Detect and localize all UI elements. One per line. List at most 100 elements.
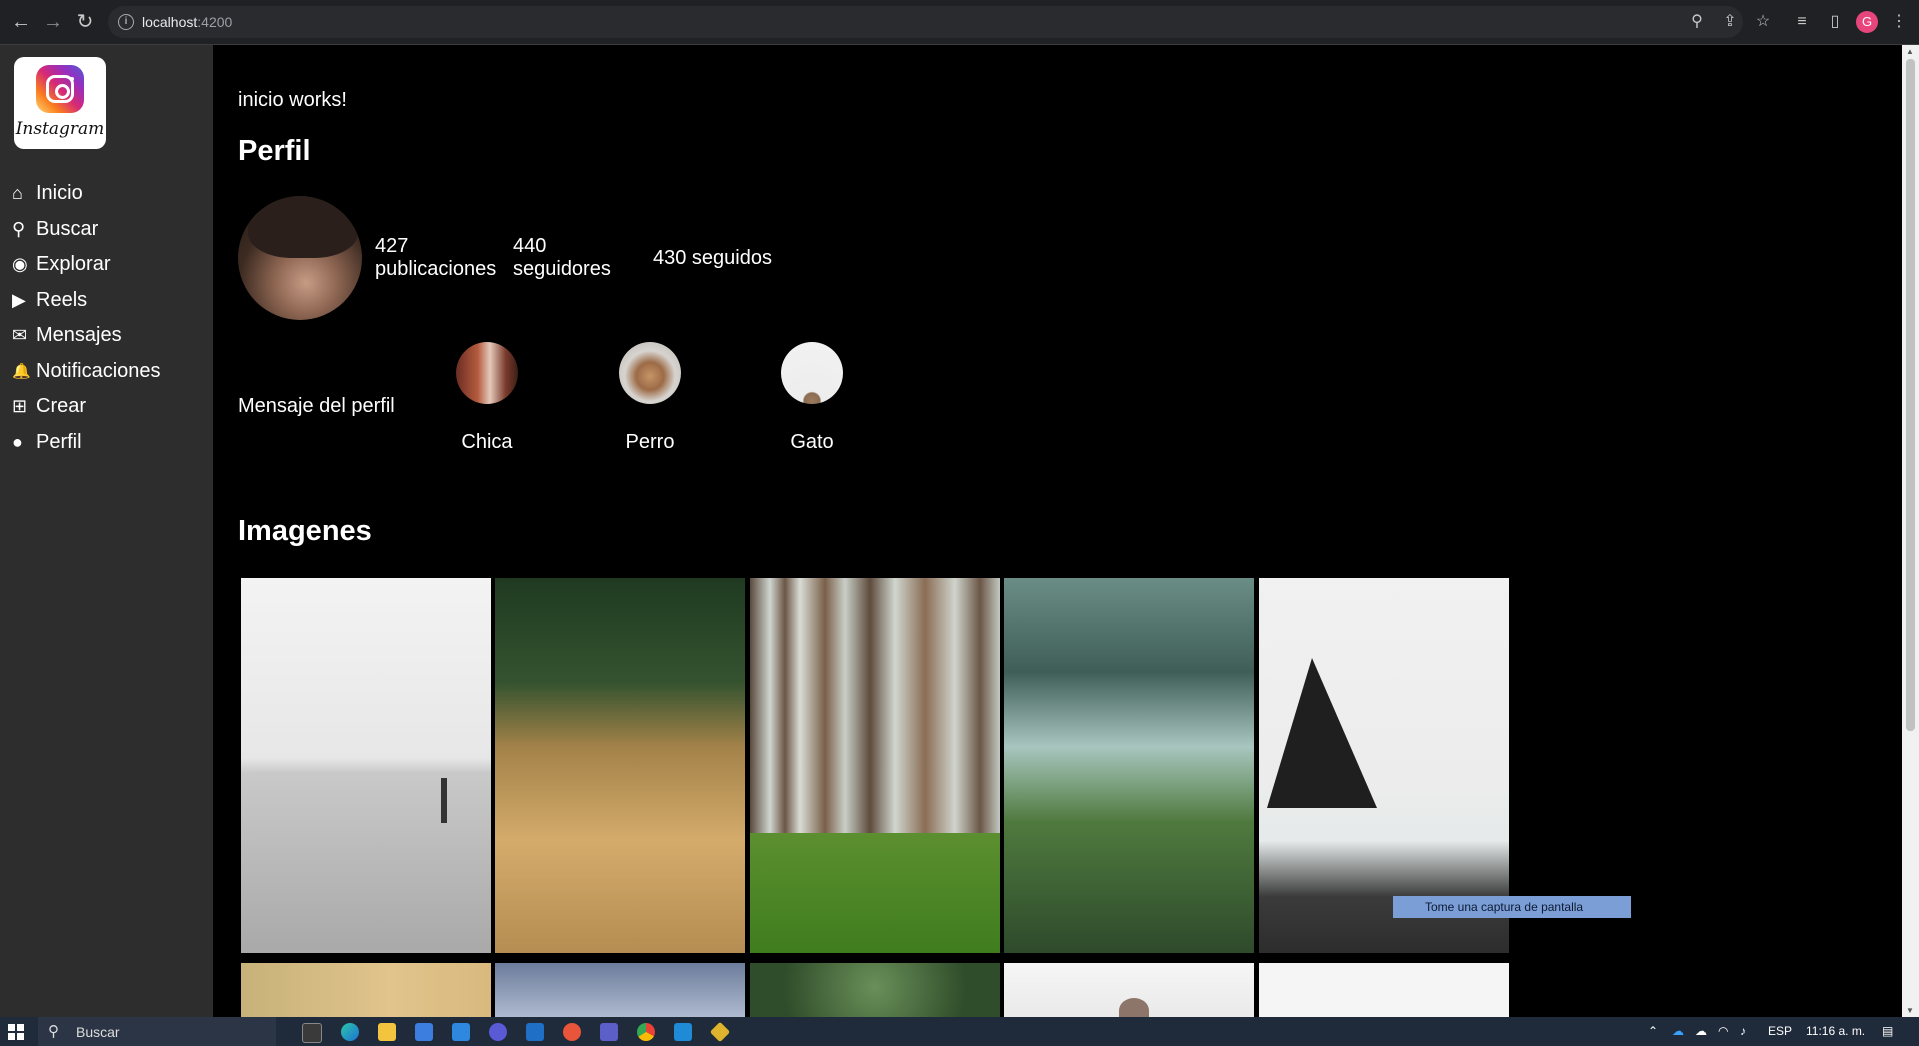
site-info-icon[interactable]: i	[118, 14, 134, 30]
forward-arrow-icon[interactable]: →	[40, 9, 66, 35]
app-icon[interactable]	[709, 1021, 731, 1043]
envelope-icon: ✉	[12, 325, 28, 346]
reading-list-icon[interactable]: ≡	[1790, 10, 1814, 34]
chevron-up-icon[interactable]: ⌃	[1648, 1024, 1658, 1038]
zoom-icon[interactable]: ⚲	[1685, 10, 1709, 34]
store-icon[interactable]	[415, 1023, 433, 1041]
grid-image[interactable]	[241, 963, 491, 1017]
story-perro-image	[619, 342, 681, 404]
misty-green-image[interactable]	[1004, 578, 1254, 953]
app-icon[interactable]	[489, 1023, 507, 1041]
taskbar-search-text: Buscar	[76, 1024, 120, 1040]
grid-image[interactable]	[1259, 963, 1509, 1017]
sidebar-item-notificaciones[interactable]: 🔔 Notificaciones	[12, 354, 161, 390]
grid-image[interactable]	[750, 963, 1000, 1017]
logo-wordmark: Instagram	[15, 119, 105, 139]
sidebar-item-reels[interactable]: ▶ Reels	[12, 283, 161, 319]
sidebar-item-mensajes[interactable]: ✉ Mensajes	[12, 318, 161, 354]
sidebar-item-explorar[interactable]: ◉ Explorar	[12, 247, 161, 283]
story-chica-image	[456, 342, 518, 404]
chrome-icon[interactable]	[637, 1023, 655, 1041]
search-icon: ⚲	[48, 1023, 59, 1040]
sidebar-item-label: Mensajes	[36, 324, 122, 347]
reload-icon[interactable]: ↻	[72, 9, 98, 35]
profile-avatar-image[interactable]	[238, 196, 362, 320]
wheat-image[interactable]	[495, 578, 745, 953]
sidebar-menu: ⌂ Inicio ⚲ Buscar ◉ Explorar ▶ Reels ✉ M…	[12, 176, 161, 460]
pine-forest-image[interactable]	[750, 578, 1000, 953]
posts-label: publicaciones	[375, 258, 497, 280]
more-menu-icon[interactable]: ⋮	[1887, 10, 1911, 34]
vscode-icon[interactable]	[674, 1023, 692, 1041]
story-highlight[interactable]: Gato	[777, 342, 847, 454]
taskbar-search[interactable]: ⚲ Buscar	[38, 1017, 276, 1046]
following-stat[interactable]: 430 seguidos	[653, 247, 772, 270]
outlook-icon[interactable]	[526, 1023, 544, 1041]
screenshot-tooltip: Tome una captura de pantalla	[1393, 896, 1631, 918]
bookmark-star-icon[interactable]: ☆	[1751, 10, 1775, 34]
story-gato-image	[781, 342, 843, 404]
posts-stat: 427 publicaciones	[375, 235, 496, 281]
plus-square-icon: ⊞	[12, 396, 28, 417]
grid-image[interactable]	[495, 963, 745, 1017]
followers-stat[interactable]: 440 seguidores	[513, 235, 611, 281]
back-arrow-icon[interactable]: ←	[8, 9, 34, 35]
scrollbar-thumb[interactable]	[1906, 59, 1915, 731]
mail-icon[interactable]	[452, 1023, 470, 1041]
user-icon: ●	[12, 431, 23, 452]
volume-icon[interactable]: ♪	[1740, 1024, 1746, 1038]
url-text[interactable]: localhost:4200	[142, 14, 232, 30]
sidebar-item-inicio[interactable]: ⌂ Inicio	[12, 176, 161, 212]
sidebar-item-label: Inicio	[36, 182, 83, 205]
wifi-icon[interactable]: ◠	[1718, 1024, 1728, 1038]
story-label: Gato	[790, 431, 834, 453]
bell-icon: 🔔	[12, 363, 31, 381]
posts-count: 427	[375, 235, 409, 257]
cloud-icon[interactable]: ☁	[1695, 1024, 1707, 1038]
sidebar: Instagram ⌂ Inicio ⚲ Buscar ◉ Explorar ▶…	[0, 45, 213, 1017]
followers-label: seguidores	[513, 258, 611, 280]
language-indicator[interactable]: ESP	[1768, 1024, 1792, 1038]
search-icon: ⚲	[12, 218, 26, 239]
story-highlight[interactable]: Chica	[452, 342, 522, 454]
onedrive-icon[interactable]: ☁	[1672, 1024, 1684, 1038]
teams-icon[interactable]	[600, 1023, 618, 1041]
profile-message: Mensaje del perfil	[238, 395, 395, 417]
grid-image[interactable]	[1004, 963, 1254, 1017]
page-title: Perfil	[238, 135, 311, 167]
sea-pole-image[interactable]	[241, 578, 491, 953]
compass-icon: ◉	[12, 254, 28, 275]
scroll-up-icon[interactable]: ▲	[1906, 47, 1914, 56]
sidebar-item-label: Buscar	[36, 217, 99, 240]
windows-start-icon[interactable]	[8, 1024, 24, 1040]
story-highlight[interactable]: Perro	[615, 342, 685, 454]
sidebar-item-label: Perfil	[36, 430, 82, 453]
images-section-title: Imagenes	[238, 515, 372, 547]
vertical-scrollbar[interactable]: ▲ ▼	[1902, 45, 1919, 1017]
edge-icon[interactable]	[341, 1023, 359, 1041]
story-label: Perro	[625, 431, 675, 453]
instagram-logo[interactable]: Instagram	[14, 57, 106, 149]
profile-avatar[interactable]: G	[1856, 11, 1878, 33]
notification-center-icon[interactable]: ▤	[1882, 1024, 1893, 1038]
main-content: inicio works! Perfil 427 publicaciones 4…	[213, 45, 1899, 1017]
share-icon[interactable]: ⇪	[1718, 10, 1742, 34]
sidebar-item-crear[interactable]: ⊞ Crear	[12, 389, 161, 425]
taskbar: ⚲ Buscar ⌃ ☁ ☁ ◠ ♪ ESP 11:16 a. m. ▤	[0, 1017, 1919, 1046]
scroll-down-icon[interactable]: ▼	[1906, 1006, 1914, 1015]
clock-time[interactable]: 11:16 a. m.	[1806, 1024, 1865, 1038]
video-icon: ▶	[12, 289, 26, 310]
app-icon[interactable]	[563, 1023, 581, 1041]
side-panel-icon[interactable]: ▯	[1823, 10, 1847, 34]
browser-toolbar: ← → ↻ i localhost:4200 ⚲ ⇪ ☆ ≡ ▯ G ⋮	[0, 0, 1919, 45]
sidebar-item-label: Reels	[36, 288, 88, 311]
sidebar-item-buscar[interactable]: ⚲ Buscar	[12, 212, 161, 248]
task-view-icon[interactable]	[302, 1023, 322, 1043]
works-text: inicio works!	[238, 89, 347, 111]
file-explorer-icon[interactable]	[378, 1023, 396, 1041]
sidebar-item-perfil[interactable]: ● Perfil	[12, 425, 161, 461]
sidebar-item-label: Crear	[36, 395, 87, 418]
sidebar-item-label: Explorar	[36, 253, 111, 276]
followers-count: 440	[513, 235, 547, 257]
address-bar[interactable]: i localhost:4200	[108, 6, 1743, 38]
